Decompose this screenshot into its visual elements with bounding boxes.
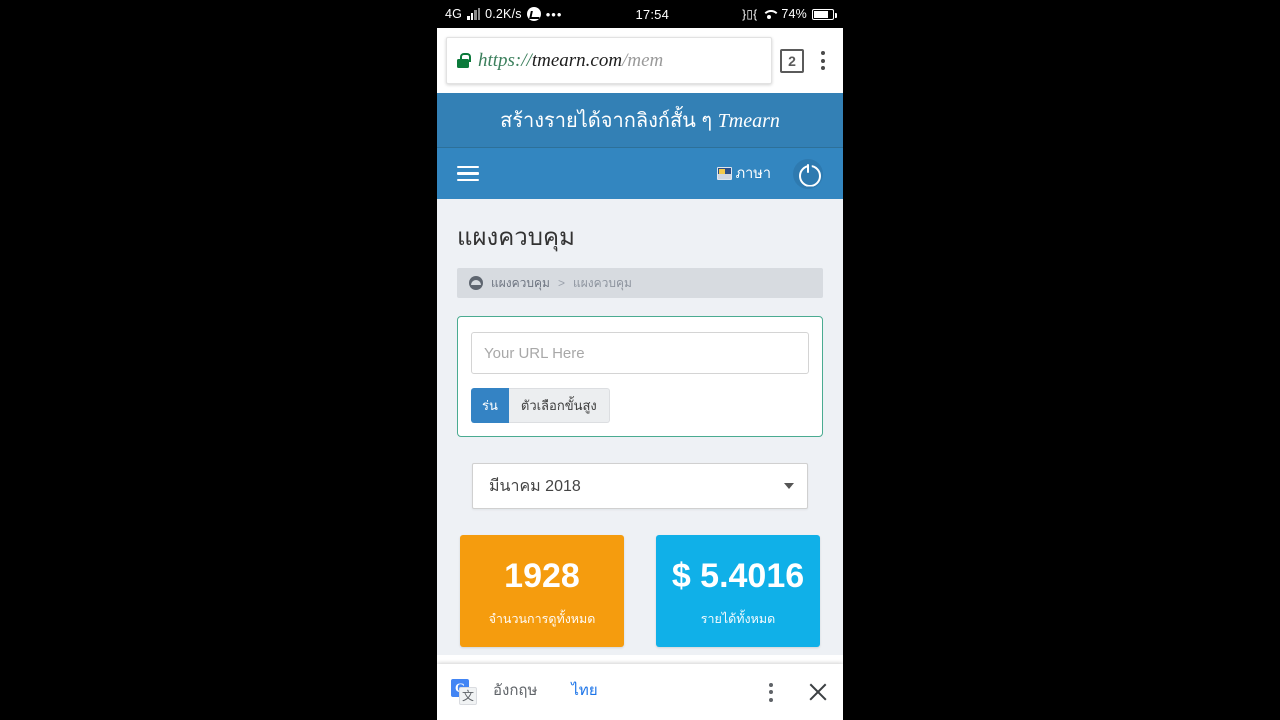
browser-toolbar: https://tmearn.com/mem 2: [437, 28, 843, 93]
status-bar-left: 4G 0.2K/s •••: [437, 7, 562, 22]
stat-card-total-earnings: $ 5.4016 รายได้ทั้งหมด: [656, 535, 820, 647]
battery-icon: [812, 8, 837, 20]
brand-latin: Tmearn: [717, 110, 780, 132]
tab-target-language[interactable]: ไทย: [569, 672, 599, 712]
screen: 4G 0.2K/s ••• 17:54 }▯{ 74% https://tmea…: [0, 0, 1280, 720]
clock-label: 17:54: [635, 6, 670, 22]
messenger-icon: [526, 7, 541, 21]
browser-menu-icon[interactable]: [812, 47, 834, 74]
stat-label: จำนวนการดูทั้งหมด: [488, 612, 596, 626]
status-bar: 4G 0.2K/s ••• 17:54 }▯{ 74%: [437, 0, 843, 28]
hamburger-menu-icon[interactable]: [457, 165, 479, 182]
power-logout-icon: [799, 163, 817, 183]
tab-count-label: 2: [788, 52, 796, 69]
url-scheme: https://: [478, 49, 532, 71]
url-path: /mem: [622, 49, 664, 71]
signal-strength-icon: [467, 7, 481, 20]
language-switcher[interactable]: ภาษา: [716, 162, 771, 185]
wifi-icon: [762, 9, 781, 19]
stat-cards-row-1: 1928 จำนวนการดูทั้งหมด $ 5.4016 รายได้ทั…: [457, 535, 823, 647]
stat-value: $ 5.4016: [671, 557, 805, 595]
vibrate-icon: }▯{: [742, 7, 758, 21]
page-content: สร้างรายได้จากลิงก์สั้น ๆ Tmearn ภาษา แผ…: [437, 93, 843, 655]
translate-bar: G 文 อังกฤษ ไทย: [437, 664, 843, 720]
url-shortener-panel: ร่น ตัวเลือกขั้นสูง: [457, 316, 823, 437]
stat-label: รายได้ทั้งหมด: [700, 612, 776, 626]
breadcrumb: แผงควบคุม > แผงควบคุม: [457, 268, 823, 298]
month-select-wrapper[interactable]: มีนาคม 2018: [472, 463, 808, 509]
address-bar[interactable]: https://tmearn.com/mem: [446, 37, 772, 84]
close-icon[interactable]: [807, 681, 829, 703]
shortener-button-group: ร่น ตัวเลือกขั้นสูง: [471, 388, 809, 423]
stat-card-total-views: 1928 จำนวนการดูทั้งหมด: [460, 535, 624, 647]
month-select[interactable]: มีนาคม 2018: [472, 463, 808, 509]
tab-switcher-button[interactable]: 2: [780, 48, 804, 73]
ellipsis-icon: •••: [545, 6, 563, 22]
logout-button[interactable]: [793, 158, 823, 189]
shorten-button[interactable]: ร่น: [471, 388, 509, 423]
lock-icon: [457, 53, 471, 68]
battery-percent-label: 74%: [781, 7, 807, 21]
breadcrumb-current: แผงควบคุม: [572, 275, 632, 290]
translate-logo-glyph: 文: [459, 687, 477, 705]
chevron-down-icon: [784, 483, 794, 489]
flag-language-icon: [716, 167, 732, 180]
page-title: แผงควบคุม: [457, 224, 575, 251]
site-brand-text: สร้างรายได้จากลิงก์สั้น ๆ Tmearn: [500, 104, 780, 136]
advanced-options-button[interactable]: ตัวเลือกขั้นสูง: [508, 388, 610, 423]
url-host: tmearn.com: [531, 49, 623, 71]
dashboard-body: แผงควบคุม แผงควบคุม > แผงควบคุม ร่น ตัวเ…: [437, 199, 843, 655]
dashboard-gauge-icon: [469, 276, 483, 290]
breadcrumb-separator: >: [557, 276, 565, 290]
breadcrumb-root[interactable]: แผงควบคุม: [491, 274, 550, 293]
phone-viewport: 4G 0.2K/s ••• 17:54 }▯{ 74% https://tmea…: [437, 0, 843, 720]
language-label: ภาษา: [735, 166, 771, 182]
status-bar-right: }▯{ 74%: [742, 7, 843, 21]
data-rate-label: 0.2K/s: [485, 7, 522, 21]
url-text: https://tmearn.com/mem: [478, 50, 663, 72]
site-brand-bar: สร้างรายได้จากลิงก์สั้น ๆ Tmearn: [437, 93, 843, 148]
google-translate-icon: G 文: [451, 679, 477, 705]
tab-source-language[interactable]: อังกฤษ: [491, 672, 539, 712]
translate-menu-icon[interactable]: [761, 682, 781, 702]
url-input[interactable]: [471, 332, 809, 374]
stat-value: 1928: [504, 557, 580, 595]
network-type-label: 4G: [445, 7, 463, 21]
site-navbar: ภาษา: [437, 148, 843, 199]
month-select-value: มีนาคม 2018: [489, 477, 581, 495]
translate-language-tabs: อังกฤษ ไทย: [491, 672, 600, 712]
brand-thai: สร้างรายได้จากลิงก์สั้น ๆ: [500, 110, 718, 132]
